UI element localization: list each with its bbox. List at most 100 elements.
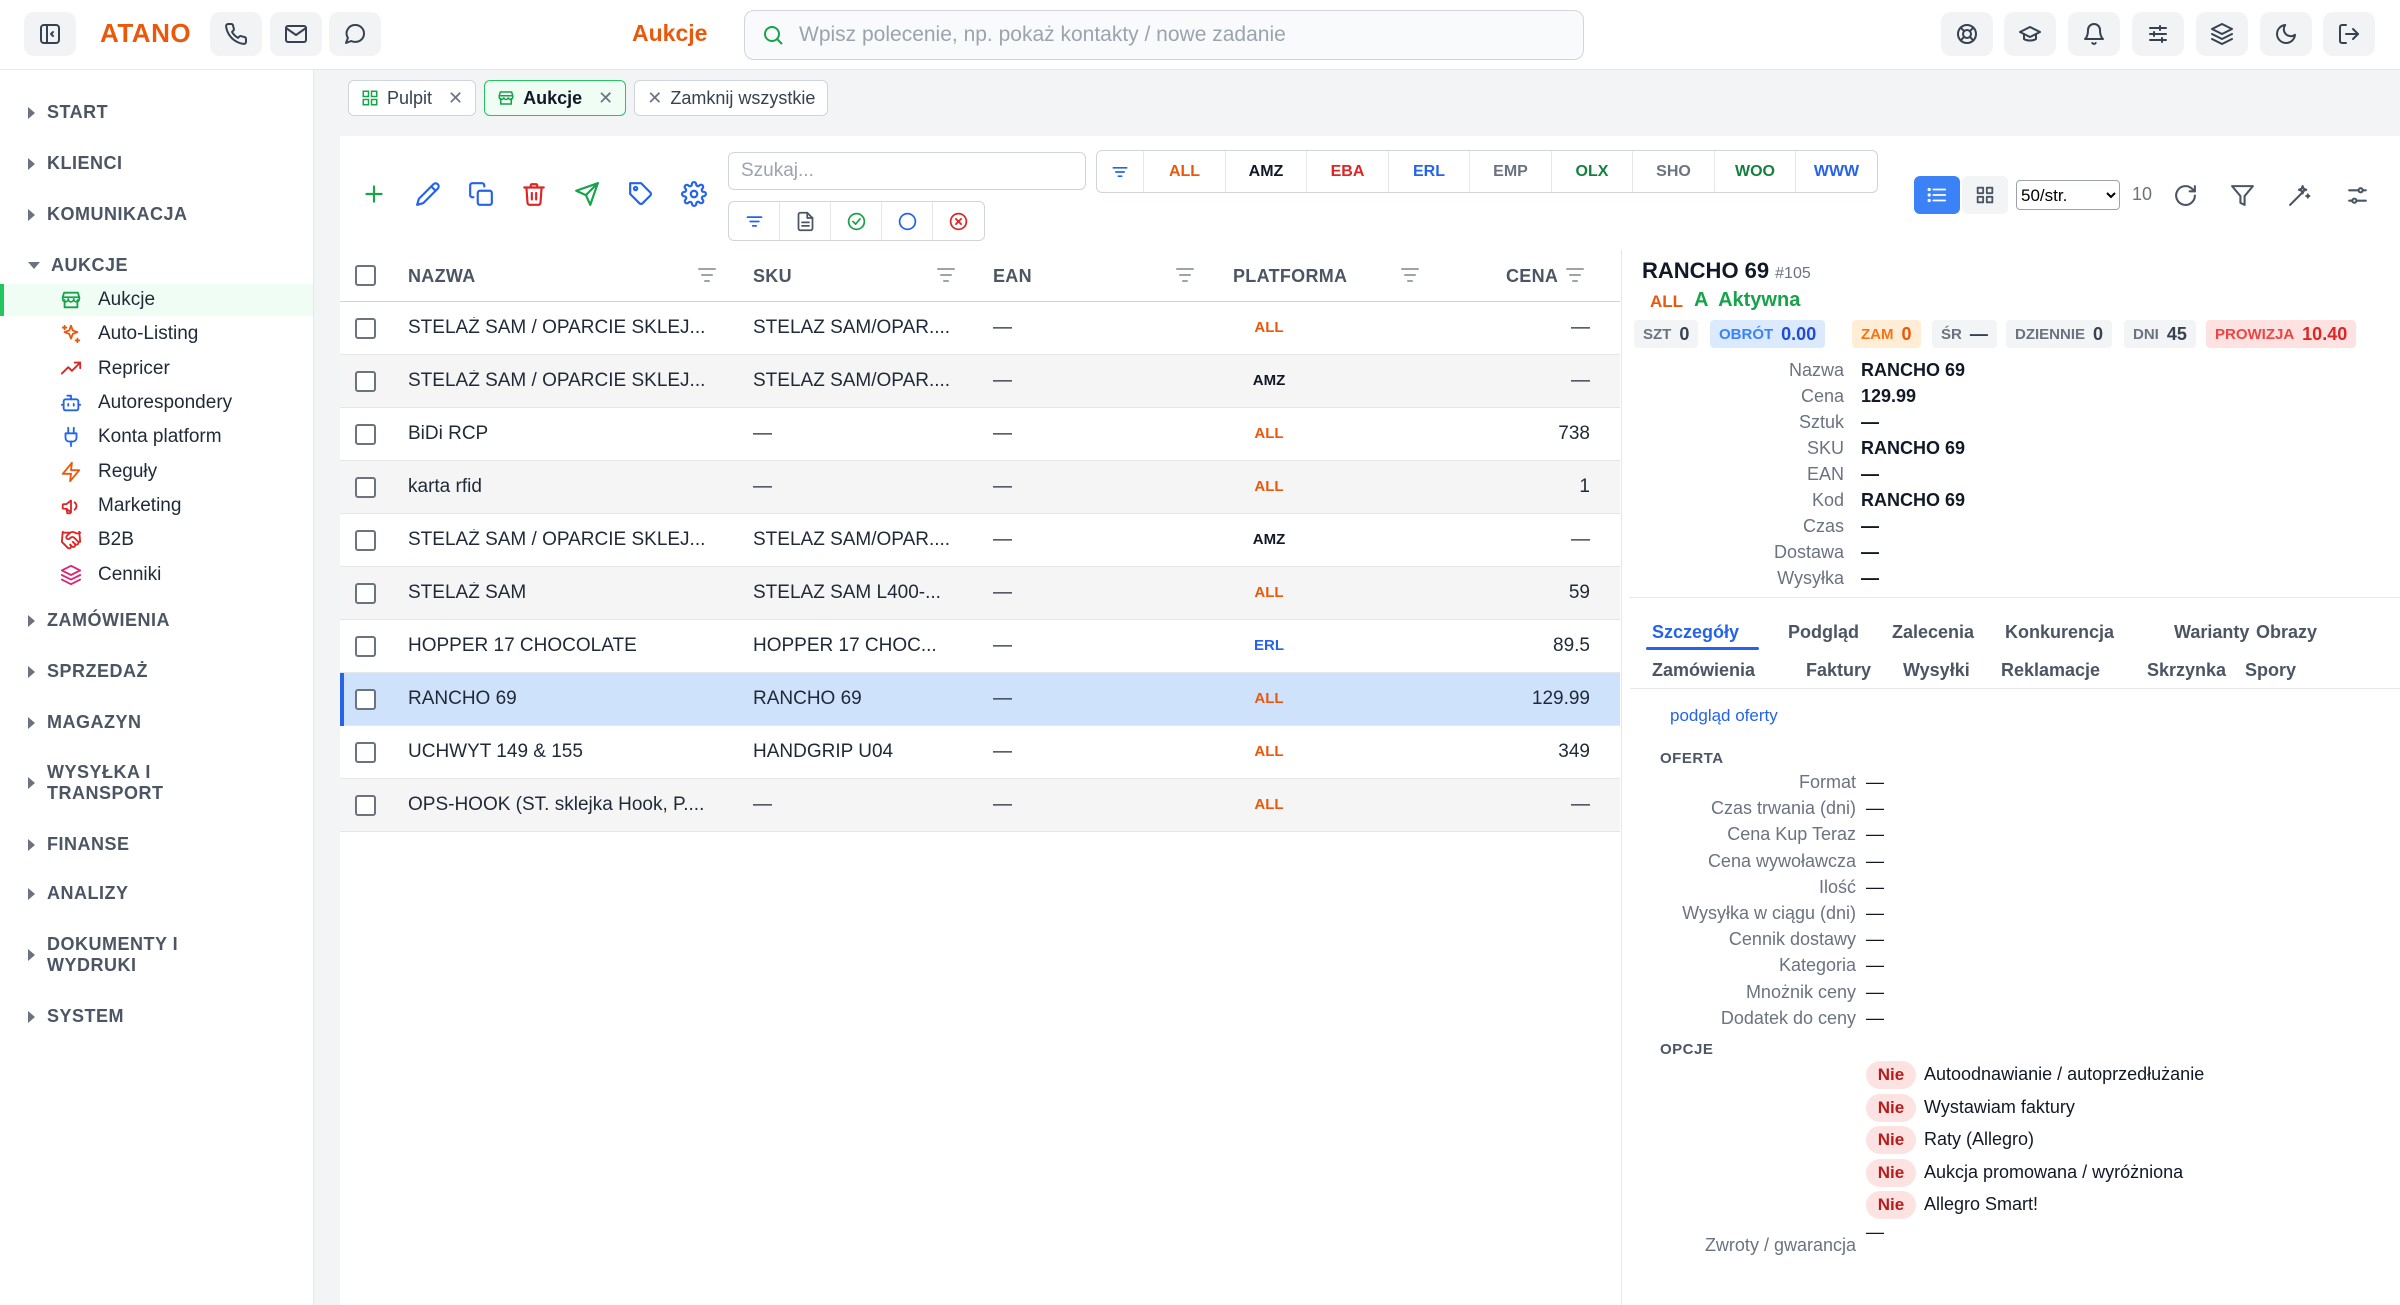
platform-erl-button[interactable]: ERL (1389, 151, 1470, 192)
platform-sho-button[interactable]: SHO (1633, 151, 1715, 192)
settings-sliders-button[interactable] (2132, 12, 2184, 56)
column-header-sku[interactable]: SKU (753, 250, 792, 302)
platform-olx-button[interactable]: OLX (1552, 151, 1633, 192)
column-header-platform[interactable]: PLATFORMA (1233, 250, 1347, 302)
filter-active-button[interactable] (831, 202, 882, 240)
grid-view-button[interactable] (1962, 176, 2008, 214)
detail-tab[interactable]: Warianty (2174, 622, 2249, 643)
table-row[interactable]: OPS-HOOK (ST. sklejka Hook, P.... — — ALL — (340, 779, 1620, 832)
sidebar-section-dokumenty[interactable]: DOKUMENTY I WYDRUKI (28, 934, 178, 976)
sidebar-item-reguly[interactable]: Reguły (34, 456, 313, 488)
detail-tab[interactable]: Zamówienia (1652, 660, 1755, 681)
publish-button[interactable] (571, 178, 603, 210)
sidebar-item-cenniki[interactable]: Cenniki (34, 559, 313, 591)
detail-tab[interactable]: Reklamacje (2001, 660, 2100, 681)
table-row[interactable]: HOPPER 17 CHOCOLATE HOPPER 17 CHOC... — ERL… (340, 620, 1620, 673)
add-button[interactable] (358, 178, 390, 210)
row-checkbox[interactable] (355, 318, 376, 339)
layers-button[interactable] (2196, 12, 2248, 56)
sidebar-toggle-button[interactable] (24, 12, 76, 56)
table-row[interactable]: karta rfid — — ALL 1 (340, 461, 1620, 514)
learning-button[interactable] (2004, 12, 2056, 56)
row-checkbox[interactable] (355, 795, 376, 816)
tab-pulpit[interactable]: Pulpit ✕ (348, 80, 477, 116)
sidebar-section-komunikacja[interactable]: KOMUNIKACJA (28, 204, 188, 225)
filter-inactive-button[interactable] (882, 202, 933, 240)
sidebar-item-auto-listing[interactable]: Auto-Listing (34, 318, 313, 350)
row-checkbox[interactable] (355, 477, 376, 498)
row-checkbox[interactable] (355, 371, 376, 392)
column-filter-icon[interactable] (1566, 268, 1584, 284)
detail-tab[interactable]: Szczegóły (1652, 622, 1739, 643)
sidebar-section-finanse[interactable]: FINANSE (28, 834, 130, 855)
platform-filter-icon-button[interactable] (1097, 151, 1144, 192)
detail-tab[interactable]: Obrazy (2256, 622, 2317, 643)
table-row[interactable]: STELAŻ SAM / OPARCIE SKLEJ... STELAZ SAM/… (340, 302, 1620, 355)
filter-button[interactable] (2227, 180, 2257, 210)
sidebar-section-system[interactable]: SYSTEM (28, 1006, 124, 1027)
detail-tab[interactable]: Zalecenia (1892, 622, 1974, 643)
sidebar-section-magazyn[interactable]: MAGAZYN (28, 712, 142, 733)
filter-all-button[interactable] (729, 202, 780, 240)
row-checkbox[interactable] (355, 742, 376, 763)
ai-button[interactable] (2284, 180, 2314, 210)
column-filter-icon[interactable] (1401, 268, 1419, 284)
filter-draft-button[interactable] (780, 202, 831, 240)
close-tab-icon[interactable]: ✕ (598, 88, 613, 109)
row-checkbox[interactable] (355, 583, 376, 604)
detail-tab[interactable]: Skrzynka (2147, 660, 2226, 681)
sidebar-section-klienci[interactable]: KLIENCI (28, 153, 123, 174)
offer-preview-link[interactable]: podgląd oferty (1670, 706, 1778, 726)
phone-button[interactable] (210, 12, 262, 56)
table-row[interactable]: RANCHO 69 RANCHO 69 — ALL 129.99 (340, 673, 1620, 726)
row-checkbox[interactable] (355, 530, 376, 551)
sidebar-item-marketing[interactable]: Marketing (34, 490, 313, 522)
support-button[interactable] (1941, 12, 1993, 56)
sidebar-item-repricer[interactable]: Repricer (34, 353, 313, 385)
platform-emp-button[interactable]: EMP (1470, 151, 1552, 192)
row-checkbox[interactable] (355, 636, 376, 657)
platform-woo-button[interactable]: WOO (1715, 151, 1796, 192)
sidebar-section-aukcje[interactable]: AUKCJE (28, 255, 128, 276)
duplicate-button[interactable] (465, 178, 497, 210)
column-header-ean[interactable]: EAN (993, 250, 1032, 302)
notifications-button[interactable] (2068, 12, 2120, 56)
columns-settings-button[interactable] (2342, 180, 2372, 210)
table-search-input[interactable] (728, 152, 1086, 190)
sidebar-item-aukcje[interactable]: Aukcje (0, 284, 313, 316)
edit-button[interactable] (412, 178, 444, 210)
sidebar-item-b2b[interactable]: B2B (34, 524, 313, 556)
sidebar-section-start[interactable]: START (28, 102, 108, 123)
platform-all-button[interactable]: ALL (1144, 151, 1226, 192)
dark-mode-button[interactable] (2260, 12, 2312, 56)
settings-button[interactable] (678, 178, 710, 210)
platform-www-button[interactable]: WWW (1796, 151, 1877, 192)
column-filter-icon[interactable] (1176, 268, 1194, 284)
row-checkbox[interactable] (355, 424, 376, 445)
select-all-checkbox[interactable] (355, 265, 376, 286)
detail-tab[interactable]: Wysyłki (1903, 660, 1970, 681)
table-row[interactable]: BiDi RCP — — ALL 738 (340, 408, 1620, 461)
logout-button[interactable] (2323, 12, 2375, 56)
delete-button[interactable] (518, 178, 550, 210)
column-filter-icon[interactable] (937, 268, 955, 284)
close-tab-icon[interactable]: ✕ (448, 88, 463, 109)
platform-eba-button[interactable]: EBA (1307, 151, 1389, 192)
detail-tab[interactable]: Konkurencja (2005, 622, 2114, 643)
refresh-button[interactable] (2170, 180, 2200, 210)
table-row[interactable]: STELAŻ SAM / OPARCIE SKLEJ... STELAZ SAM/… (340, 355, 1620, 408)
table-row[interactable]: STELAŻ SAM / OPARCIE SKLEJ... STELAZ SAM/… (340, 514, 1620, 567)
filter-ended-button[interactable] (933, 202, 984, 240)
detail-tab[interactable]: Spory (2245, 660, 2296, 681)
mail-button[interactable] (270, 12, 322, 56)
platform-amz-button[interactable]: AMZ (1226, 151, 1307, 192)
column-header-name[interactable]: NAZWA (408, 250, 476, 302)
page-size-select[interactable]: 50/str. (2016, 180, 2120, 210)
detail-tab[interactable]: Faktury (1806, 660, 1871, 681)
table-row[interactable]: UCHWYT 149 & 155 HANDGRIP U04 — ALL 349 (340, 726, 1620, 779)
sidebar-section-sprzedaz[interactable]: SPRZEDAŻ (28, 661, 148, 682)
close-all-tabs-button[interactable]: ✕ Zamknij wszystkie (634, 80, 829, 116)
sidebar-item-autorespondery[interactable]: Autorespondery (34, 387, 313, 419)
column-header-price[interactable]: CENA (1506, 250, 1558, 302)
command-search-input[interactable] (799, 23, 1559, 47)
